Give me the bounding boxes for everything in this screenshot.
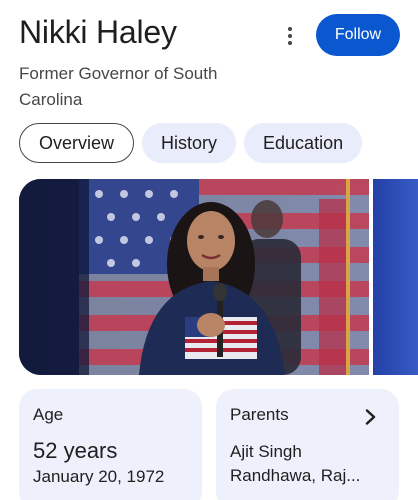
- profile-photo-next[interactable]: [373, 179, 418, 375]
- tab-bar: Overview History Education: [19, 123, 363, 163]
- tab-overview[interactable]: Overview: [19, 123, 135, 163]
- follow-button[interactable]: Follow: [316, 14, 400, 56]
- age-value: 52 years: [33, 438, 118, 463]
- tab-education[interactable]: Education: [244, 123, 363, 163]
- page-title: Nikki Haley: [19, 14, 177, 50]
- parents-value: Ajit Singh Randhawa, Raj...: [230, 442, 361, 485]
- chevron-right-icon: [365, 409, 376, 425]
- age-card[interactable]: Age 52 years January 20, 1972: [19, 389, 202, 500]
- more-vert-icon[interactable]: [278, 24, 302, 48]
- tab-history[interactable]: History: [142, 123, 237, 163]
- parents-card[interactable]: Parents Ajit Singh Randhawa, Raj...: [216, 389, 399, 500]
- birth-date: January 20, 1972: [33, 467, 165, 486]
- subtitle: Former Governor of South Carolina: [19, 64, 218, 109]
- parents-label: Parents: [230, 405, 289, 424]
- profile-photo[interactable]: [19, 179, 369, 375]
- photo-illustration: [19, 179, 369, 375]
- age-label: Age: [33, 405, 64, 424]
